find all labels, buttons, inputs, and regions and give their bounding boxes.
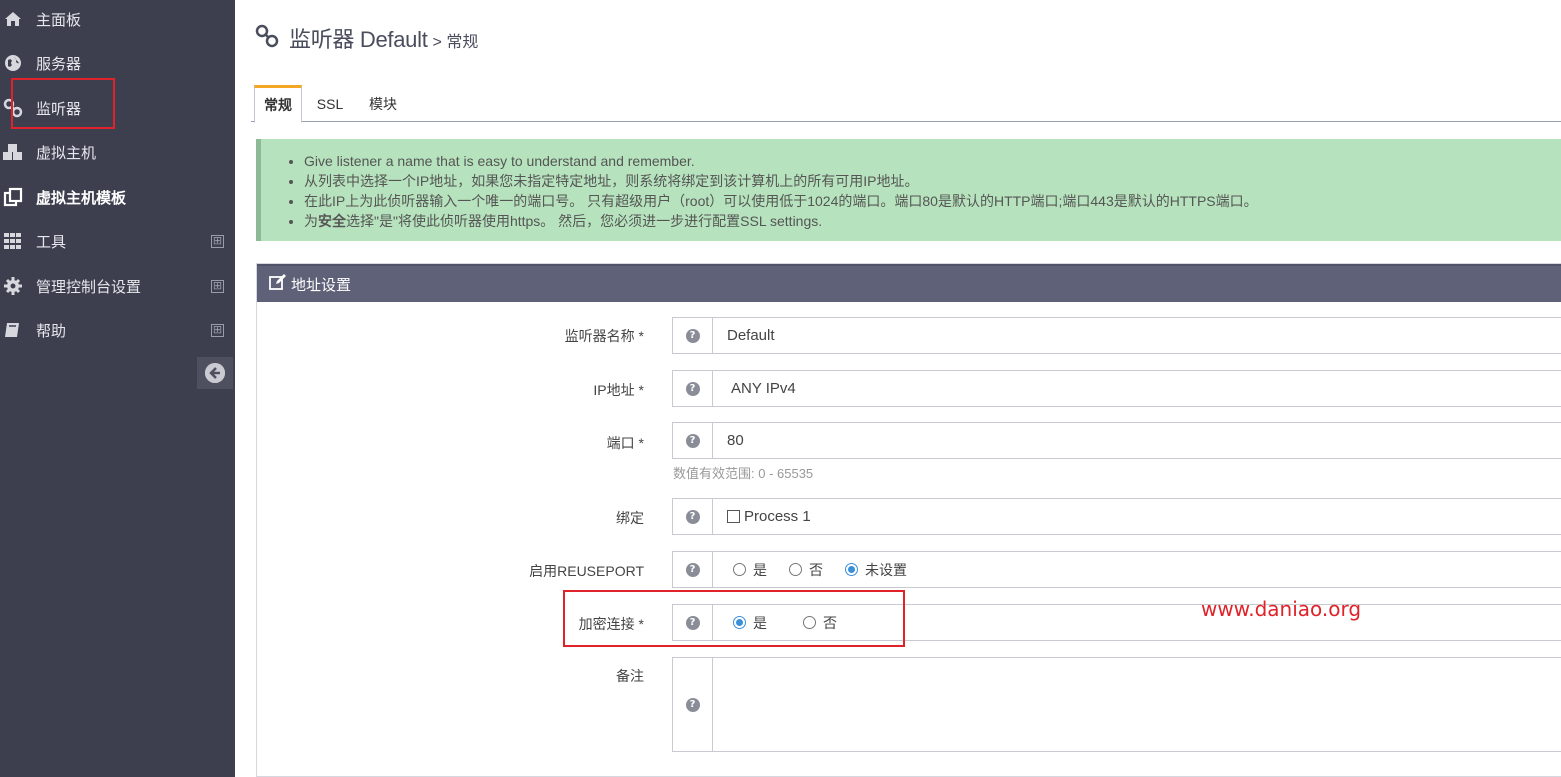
home-icon — [2, 8, 24, 30]
help-icon[interactable]: ? — [673, 423, 713, 458]
field-label: IP地址 * — [593, 382, 644, 398]
sidebar-item-vhosts[interactable]: 虚拟主机 — [0, 130, 235, 174]
watermark: www.daniao.org — [1201, 597, 1362, 621]
sidebar-item-admin-settings[interactable]: 管理控制台设置 ⊞ — [0, 264, 235, 308]
port-value[interactable]: 80 — [713, 432, 744, 449]
sidebar-item-label: 管理控制台设置 — [36, 278, 142, 296]
listener-name-value[interactable]: Default — [713, 327, 775, 344]
info-item: 在此IP上为此侦听器输入一个唯一的端口号。 只有超级用户（root）可以使用低于… — [304, 191, 1561, 211]
sidebar-item-dashboard[interactable]: 主面板 — [0, 0, 235, 41]
field-label: 绑定 — [616, 510, 644, 526]
collapse-sidebar-button[interactable] — [197, 357, 233, 389]
reuseport-no-radio[interactable]: 否 — [789, 560, 823, 580]
process-label: Process 1 — [744, 508, 811, 525]
expand-icon[interactable]: ⊞ — [211, 279, 224, 293]
book-icon — [2, 319, 24, 341]
grid-icon — [2, 230, 24, 252]
arrow-left-circle-icon — [205, 363, 225, 383]
ip-address-value[interactable]: ANY IPv4 — [713, 380, 796, 397]
expand-icon[interactable]: ⊞ — [211, 323, 224, 337]
breadcrumb: > 常规 — [432, 34, 479, 51]
edit-icon — [269, 274, 286, 294]
process-checkbox[interactable] — [727, 510, 740, 523]
info-notice: Give listener a name that is easy to und… — [256, 139, 1561, 241]
reuseport-yes-radio[interactable]: 是 — [733, 560, 767, 580]
panel-title: 地址设置 — [291, 276, 352, 294]
help-icon[interactable]: ? — [673, 658, 713, 751]
port-hint: 数值有效范围: 0 - 65535 — [673, 466, 814, 481]
binding-field: ? Process 1 — [672, 498, 1561, 535]
sidebar-item-vhost-templates[interactable]: 虚拟主机模板 — [0, 175, 235, 219]
gear-icon — [2, 275, 24, 297]
globe-icon — [2, 52, 24, 74]
page-title-text: 监听器 Default — [289, 27, 428, 52]
tab-ssl[interactable]: SSL — [309, 85, 351, 122]
tab-bar: 常规 SSL 模块 — [251, 85, 1561, 123]
highlight-box-listeners — [11, 78, 115, 129]
page-title: 监听器 Default > 常规 — [255, 22, 478, 54]
expand-icon[interactable]: ⊞ — [211, 234, 224, 248]
sidebar-item-tools[interactable]: 工具 ⊞ — [0, 219, 235, 263]
reuseport-unset-radio[interactable]: 未设置 — [845, 560, 907, 580]
field-label: 备注 — [616, 668, 644, 684]
sidebar-item-label: 主面板 — [36, 11, 82, 29]
highlight-box-secure — [563, 590, 905, 647]
cubes-icon — [2, 141, 24, 163]
reuseport-field: ? 是 否 未设置 — [672, 551, 1561, 588]
help-icon[interactable]: ? — [673, 499, 713, 534]
help-icon[interactable]: ? — [673, 371, 713, 406]
main-content: 监听器 Default > 常规 常规 SSL 模块 Give listener… — [235, 0, 1561, 777]
ip-address-field[interactable]: ? ANY IPv4 — [672, 370, 1561, 407]
sidebar-item-label: 虚拟主机模板 — [36, 189, 127, 207]
help-icon[interactable]: ? — [673, 552, 713, 587]
copy-icon — [2, 186, 24, 208]
sidebar-item-label: 帮助 — [36, 322, 67, 340]
field-label: 端口 * — [606, 435, 644, 451]
sidebar-item-label: 虚拟主机 — [36, 144, 97, 162]
link-icon — [255, 24, 279, 53]
help-icon[interactable]: ? — [673, 318, 713, 353]
sidebar-item-label: 工具 — [36, 233, 67, 251]
info-item: 从列表中选择一个IP地址，如果您未指定特定地址，则系统将绑定到该计算机上的所有可… — [304, 171, 1561, 191]
sidebar-item-label: 服务器 — [36, 55, 82, 73]
panel-header: 地址设置 — [257, 264, 1561, 302]
address-settings-panel: 地址设置 监听器名称 * ? Default IP地址 * ? ANY IPv4… — [256, 263, 1561, 777]
notes-field[interactable]: ? — [672, 657, 1561, 752]
info-item: Give listener a name that is easy to und… — [304, 151, 1561, 171]
field-label: 监听器名称 * — [564, 328, 644, 344]
listener-name-field[interactable]: ? Default — [672, 317, 1561, 354]
sidebar-item-help[interactable]: 帮助 ⊞ — [0, 308, 235, 352]
tab-modules[interactable]: 模块 — [359, 85, 407, 122]
field-label: 启用REUSEPORT — [529, 563, 644, 579]
port-field[interactable]: ? 80 — [672, 422, 1561, 459]
tab-general[interactable]: 常规 — [254, 85, 302, 123]
info-item: 为安全选择"是"将使此侦听器使用https。 然后，您必须进一步进行配置SSL … — [304, 211, 1561, 231]
